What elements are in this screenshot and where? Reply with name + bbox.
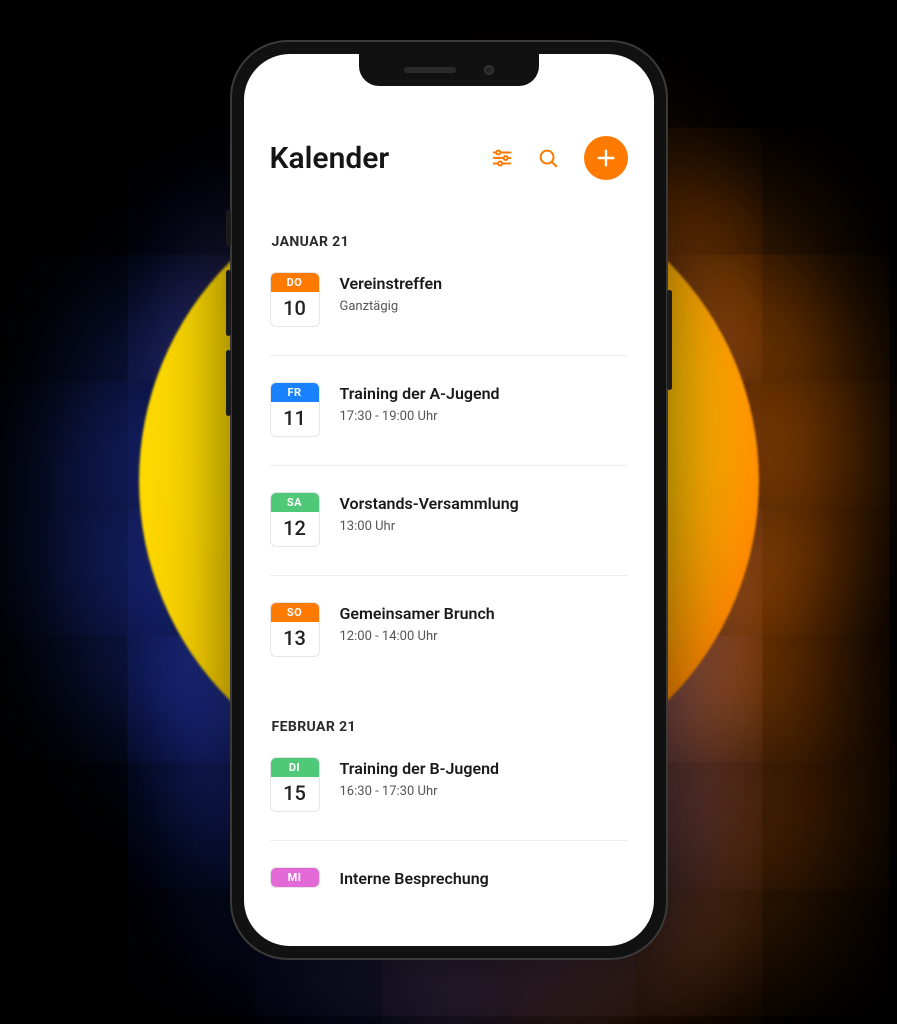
event-time: 17:30 - 19:00 Uhr [340, 409, 500, 424]
event-title: Vereinstreffen [340, 274, 443, 293]
month-label: FEBRUAR 21 [272, 719, 628, 735]
event-list[interactable]: JANUAR 21 DO10 Vereinstreffen Ganztägig FR11… [270, 234, 628, 922]
phone-screen: Kalender [244, 54, 654, 946]
filter-button[interactable] [488, 144, 516, 172]
date-day: 11 [271, 402, 319, 436]
date-badge: SO13 [270, 602, 320, 657]
phone-speaker [404, 67, 456, 73]
event-row[interactable]: SA12 Vorstands-Versammlung 13:00 Uhr [270, 492, 628, 576]
date-weekday: FR [271, 383, 319, 402]
date-day: 15 [271, 777, 319, 811]
date-day: 10 [271, 292, 319, 326]
phone-side-button [226, 270, 231, 336]
event-body: Gemeinsamer Brunch 12:00 - 14:00 Uhr [340, 602, 495, 644]
search-icon [537, 147, 559, 169]
event-time: 13:00 Uhr [340, 519, 519, 534]
date-badge: SA12 [270, 492, 320, 547]
phone-notch [359, 54, 539, 86]
phone-frame: Kalender [230, 40, 668, 960]
event-body: Vereinstreffen Ganztägig [340, 272, 443, 314]
event-body: Training der A-Jugend 17:30 - 19:00 Uhr [340, 382, 500, 424]
event-time: 16:30 - 17:30 Uhr [340, 784, 500, 799]
event-title: Training der A-Jugend [340, 384, 500, 403]
event-row[interactable]: DO10 Vereinstreffen Ganztägig [270, 272, 628, 356]
event-body: Interne Besprechung [340, 867, 489, 894]
event-row[interactable]: SO13 Gemeinsamer Brunch 12:00 - 14:00 Uhr [270, 602, 628, 685]
event-time: Ganztägig [340, 299, 443, 314]
date-weekday: SO [271, 603, 319, 622]
header: Kalender [270, 136, 628, 180]
search-button[interactable] [534, 144, 562, 172]
event-title: Vorstands-Versammlung [340, 494, 519, 513]
event-row[interactable]: FR11 Training der A-Jugend 17:30 - 19:00 U… [270, 382, 628, 466]
phone-side-button [667, 290, 672, 390]
event-row[interactable]: MI Interne Besprechung [270, 867, 628, 922]
date-weekday: DI [271, 758, 319, 777]
event-row[interactable]: DI15 Training der B-Jugend 16:30 - 17:30 U… [270, 757, 628, 841]
date-weekday: MI [271, 868, 319, 887]
month-section: FEBRUAR 21 DI15 Training der B-Jugend 16:30… [270, 719, 628, 922]
event-time: 12:00 - 14:00 Uhr [340, 629, 495, 644]
app-content: Kalender [244, 54, 654, 946]
page-title: Kalender [270, 141, 470, 176]
date-badge: DI15 [270, 757, 320, 812]
month-section: JANUAR 21 DO10 Vereinstreffen Ganztägig FR11… [270, 234, 628, 685]
date-badge: DO10 [270, 272, 320, 327]
event-title: Interne Besprechung [340, 869, 489, 888]
phone-camera [484, 65, 494, 75]
event-title: Gemeinsamer Brunch [340, 604, 495, 623]
date-day: 13 [271, 622, 319, 656]
add-button[interactable] [584, 136, 628, 180]
sliders-icon [491, 147, 513, 169]
date-day: 12 [271, 512, 319, 546]
month-label: JANUAR 21 [272, 234, 628, 250]
date-badge: FR11 [270, 382, 320, 437]
phone-side-button [226, 350, 231, 416]
date-weekday: DO [271, 273, 319, 292]
phone-side-button [226, 210, 231, 246]
event-body: Training der B-Jugend 16:30 - 17:30 Uhr [340, 757, 500, 799]
plus-icon [595, 147, 617, 169]
event-title: Training der B-Jugend [340, 759, 500, 778]
date-weekday: SA [271, 493, 319, 512]
event-body: Vorstands-Versammlung 13:00 Uhr [340, 492, 519, 534]
date-badge: MI [270, 867, 320, 888]
